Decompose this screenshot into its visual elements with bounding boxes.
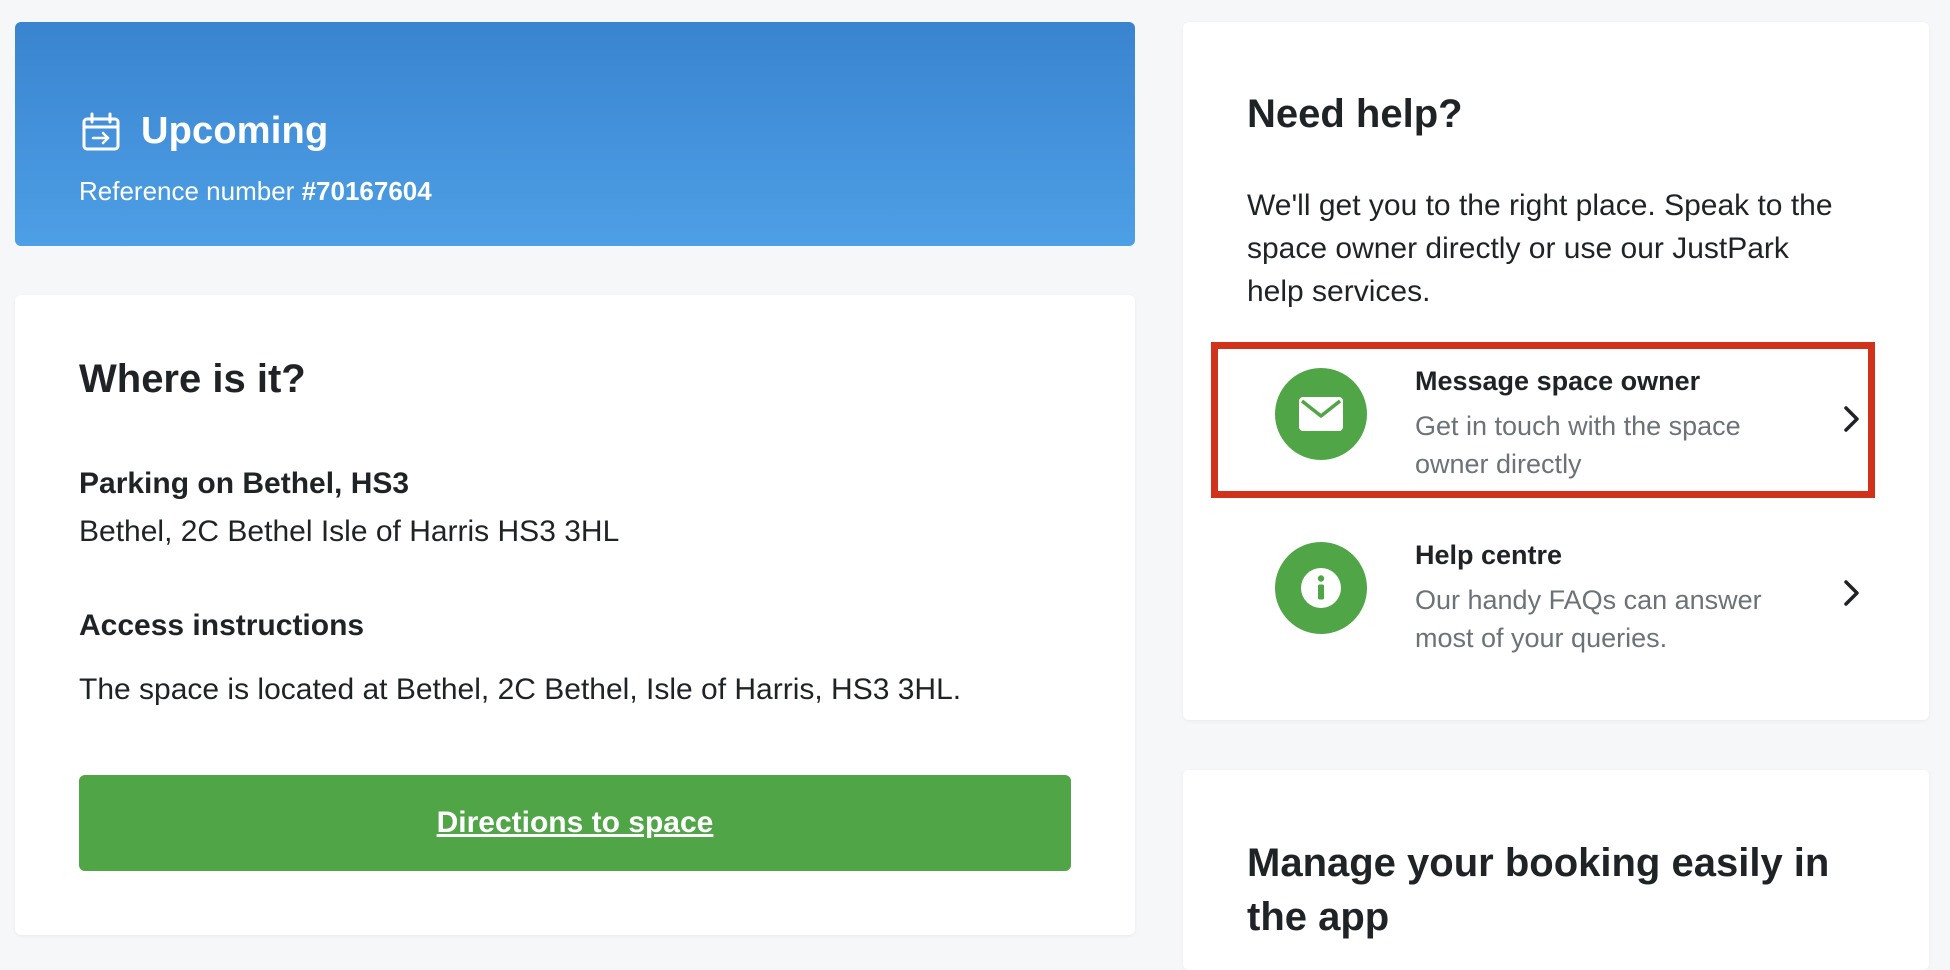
status-title: Upcoming bbox=[141, 110, 329, 152]
app-promo-card: Manage your booking easily in the app bbox=[1183, 770, 1929, 970]
message-owner-description: Get in touch with the space owner direct… bbox=[1415, 411, 1741, 479]
app-promo-heading: Manage your booking easily in the app bbox=[1247, 841, 1830, 939]
help-centre-title: Help centre bbox=[1415, 540, 1563, 570]
access-instructions-heading: Access instructions bbox=[79, 609, 365, 642]
info-icon bbox=[1301, 568, 1341, 608]
chevron-right-icon bbox=[1844, 580, 1859, 606]
message-owner-title: Message space owner bbox=[1415, 366, 1701, 396]
directions-button[interactable]: Directions to space bbox=[79, 775, 1071, 871]
message-owner-option[interactable]: Message space owner Get in touch with th… bbox=[1211, 342, 1875, 498]
help-centre-option[interactable]: Help centre Our handy FAQs can answer mo… bbox=[1211, 516, 1875, 672]
envelope-icon-circle bbox=[1275, 368, 1367, 460]
help-intro: We'll get you to the right place. Speak … bbox=[1247, 189, 1833, 308]
message-owner-texts: Message space owner Get in touch with th… bbox=[1415, 366, 1815, 483]
location-card: Where is it? Parking on Bethel, HS3 Beth… bbox=[15, 295, 1135, 935]
status-header: Upcoming bbox=[81, 110, 328, 153]
help-centre-description: Our handy FAQs can answer most of your q… bbox=[1415, 585, 1762, 653]
access-instructions-text: The space is located at Bethel, 2C Bethe… bbox=[79, 673, 962, 706]
reference-label: Reference number bbox=[79, 176, 295, 206]
reference-number: #70167604 bbox=[301, 176, 432, 206]
calendar-icon bbox=[81, 112, 121, 152]
booking-status-banner: Upcoming Reference number #70167604 bbox=[15, 22, 1135, 246]
reference-line: Reference number #70167604 bbox=[79, 176, 432, 207]
location-heading: Where is it? bbox=[79, 357, 306, 401]
info-icon-circle bbox=[1275, 542, 1367, 634]
envelope-icon bbox=[1299, 397, 1343, 431]
help-centre-texts: Help centre Our handy FAQs can answer mo… bbox=[1415, 540, 1815, 657]
parking-name: Parking on Bethel, HS3 bbox=[79, 467, 410, 500]
help-card: Need help? We'll get you to the right pl… bbox=[1183, 22, 1929, 720]
parking-address: Bethel, 2C Bethel Isle of Harris HS3 3HL bbox=[79, 515, 620, 548]
help-heading: Need help? bbox=[1247, 92, 1463, 136]
chevron-right-icon bbox=[1844, 406, 1859, 432]
